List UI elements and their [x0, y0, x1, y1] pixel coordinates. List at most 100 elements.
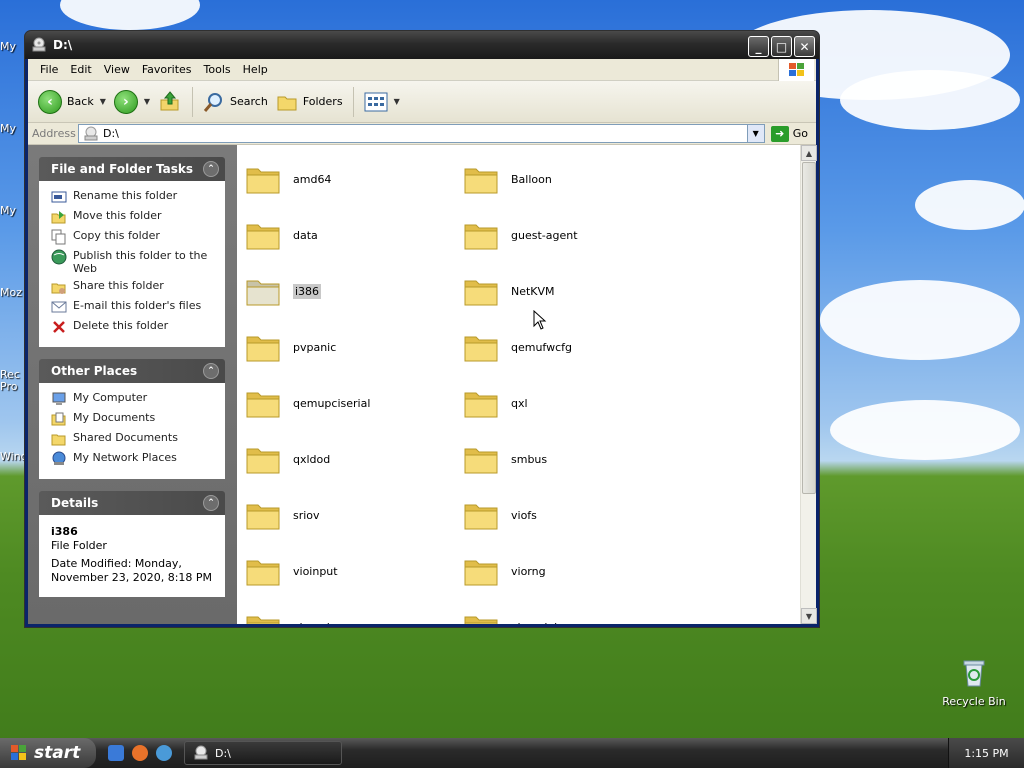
- task-label: Rename this folder: [73, 189, 178, 202]
- folder-item[interactable]: sriov: [245, 487, 320, 543]
- collapse-icon[interactable]: ⌃: [203, 363, 219, 379]
- recycle-bin[interactable]: Recycle Bin: [934, 656, 1014, 708]
- folder-item[interactable]: pvpanic: [245, 319, 336, 375]
- maximize-button[interactable]: □: [771, 36, 792, 57]
- scroll-thumb[interactable]: [802, 162, 816, 494]
- task-copy-folder[interactable]: Copy this folder: [51, 229, 217, 245]
- menu-help[interactable]: Help: [237, 61, 274, 78]
- chevron-down-icon[interactable]: ▼: [394, 97, 400, 106]
- task-delete-folder[interactable]: Delete this folder: [51, 319, 217, 335]
- collapse-icon[interactable]: ⌃: [203, 495, 219, 511]
- vertical-scrollbar[interactable]: ▲ ▼: [800, 145, 817, 624]
- folder-item[interactable]: vioserial: [463, 599, 557, 624]
- folder-item[interactable]: amd64: [245, 151, 331, 207]
- panel-header[interactable]: Other Places ⌃: [39, 359, 225, 383]
- place-shared-documents[interactable]: Shared Documents: [51, 431, 217, 447]
- views-button[interactable]: ▼: [360, 85, 404, 119]
- firefox-icon[interactable]: [132, 745, 148, 761]
- up-folder-button[interactable]: [154, 85, 186, 119]
- share-icon: [51, 283, 66, 294]
- panel-header[interactable]: Details ⌃: [39, 491, 225, 515]
- toolbar: ‹ Back ▼ › ▼ Search Folders ▼: [28, 81, 816, 123]
- folder-item[interactable]: vioinput: [245, 543, 338, 599]
- media-player-icon[interactable]: [156, 745, 172, 761]
- desktop-icon-label[interactable]: My: [0, 40, 16, 53]
- chevron-down-icon: ▼: [752, 129, 759, 138]
- start-button[interactable]: start: [0, 738, 96, 768]
- network-icon: [52, 451, 66, 465]
- internet-explorer-icon[interactable]: [108, 745, 124, 761]
- place-my-network-places[interactable]: My Network Places: [51, 451, 217, 467]
- chevron-down-icon: ▼: [805, 611, 813, 621]
- folder-item[interactable]: guest-agent: [463, 207, 578, 263]
- task-share-folder[interactable]: Share this folder: [51, 279, 217, 295]
- folder-item[interactable]: viorng: [463, 543, 546, 599]
- scroll-down-button[interactable]: ▼: [801, 608, 817, 624]
- menu-edit[interactable]: Edit: [64, 61, 97, 78]
- folder-item[interactable]: qxldod: [245, 431, 330, 487]
- address-input[interactable]: D:\ ▼: [78, 124, 765, 143]
- menu-view[interactable]: View: [98, 61, 136, 78]
- explorer-window: D:\ _ □ ✕ File Edit View Favorites Tools…: [24, 30, 820, 628]
- panel-header[interactable]: File and Folder Tasks ⌃: [39, 157, 225, 181]
- task-publish-folder[interactable]: Publish this folder to the Web: [51, 249, 217, 275]
- folder-item[interactable]: vioscsi: [245, 599, 330, 624]
- task-move-folder[interactable]: Move this folder: [51, 209, 217, 225]
- clock[interactable]: 1:15 PM: [964, 747, 1008, 760]
- back-button[interactable]: ‹ Back ▼: [34, 85, 110, 119]
- folder-icon: [246, 168, 280, 194]
- close-button[interactable]: ✕: [794, 36, 815, 57]
- folder-name: vioserial: [511, 621, 557, 625]
- maximize-icon: □: [775, 39, 788, 54]
- folder-item[interactable]: qxl: [463, 375, 528, 431]
- folder-name: qxl: [511, 396, 528, 410]
- chevron-down-icon[interactable]: ▼: [144, 97, 150, 106]
- minimize-button[interactable]: _: [748, 36, 769, 57]
- folder-item[interactable]: Balloon: [463, 151, 552, 207]
- task-email-files[interactable]: E-mail this folder's files: [51, 299, 217, 315]
- panel-title: Other Places: [51, 364, 138, 378]
- folder-name: vioscsi: [293, 621, 330, 625]
- chevron-down-icon[interactable]: ▼: [100, 97, 106, 106]
- place-my-computer[interactable]: My Computer: [51, 391, 217, 407]
- cloud: [820, 280, 1020, 360]
- folder-item[interactable]: qemupciserial: [245, 375, 370, 431]
- toolbar-separator: [192, 86, 194, 117]
- desktop-icon-label[interactable]: My: [0, 204, 16, 217]
- taskbar-item-explorer[interactable]: D:\: [184, 741, 342, 765]
- computer-icon: [52, 392, 66, 405]
- details-name: i386: [51, 525, 78, 538]
- desktop-icon-label[interactable]: My: [0, 122, 16, 135]
- folders-button[interactable]: Folders: [272, 85, 347, 119]
- search-icon: [203, 92, 223, 112]
- search-label: Search: [230, 95, 268, 108]
- collapse-icon[interactable]: ⌃: [203, 161, 219, 177]
- folder-item[interactable]: smbus: [463, 431, 547, 487]
- menu-file[interactable]: File: [34, 61, 64, 78]
- folder-item[interactable]: i386: [245, 263, 322, 319]
- views-icon: [364, 92, 388, 111]
- desktop-icon-label[interactable]: Moz: [0, 286, 22, 299]
- task-rename-folder[interactable]: Rename this folder: [51, 189, 217, 205]
- go-button[interactable]: ➜ Go: [765, 125, 816, 142]
- folder-icon: [246, 280, 280, 306]
- folder-name: vioinput: [293, 564, 338, 578]
- folder-name: pvpanic: [293, 340, 337, 354]
- folder-item[interactable]: data: [245, 207, 318, 263]
- scroll-up-button[interactable]: ▲: [801, 145, 817, 161]
- menu-tools[interactable]: Tools: [198, 61, 237, 78]
- folder-item[interactable]: viofs: [463, 487, 537, 543]
- system-tray: 1:15 PM: [948, 738, 1024, 768]
- desktop-icon-label[interactable]: Pro: [0, 380, 17, 393]
- folder-name: qemupciserial: [293, 396, 371, 410]
- place-my-documents[interactable]: My Documents: [51, 411, 217, 427]
- search-button[interactable]: Search: [199, 85, 272, 119]
- folder-item[interactable]: qemufwcfg: [463, 319, 572, 375]
- title-bar[interactable]: D:\ _ □ ✕: [25, 31, 819, 59]
- menu-favorites[interactable]: Favorites: [136, 61, 198, 78]
- address-dropdown-button[interactable]: ▼: [746, 125, 764, 142]
- place-label: My Computer: [73, 391, 148, 404]
- forward-button[interactable]: › ▼: [110, 85, 154, 119]
- place-label: My Documents: [73, 411, 156, 424]
- details-modified-line1: Date Modified: Monday,: [51, 557, 182, 570]
